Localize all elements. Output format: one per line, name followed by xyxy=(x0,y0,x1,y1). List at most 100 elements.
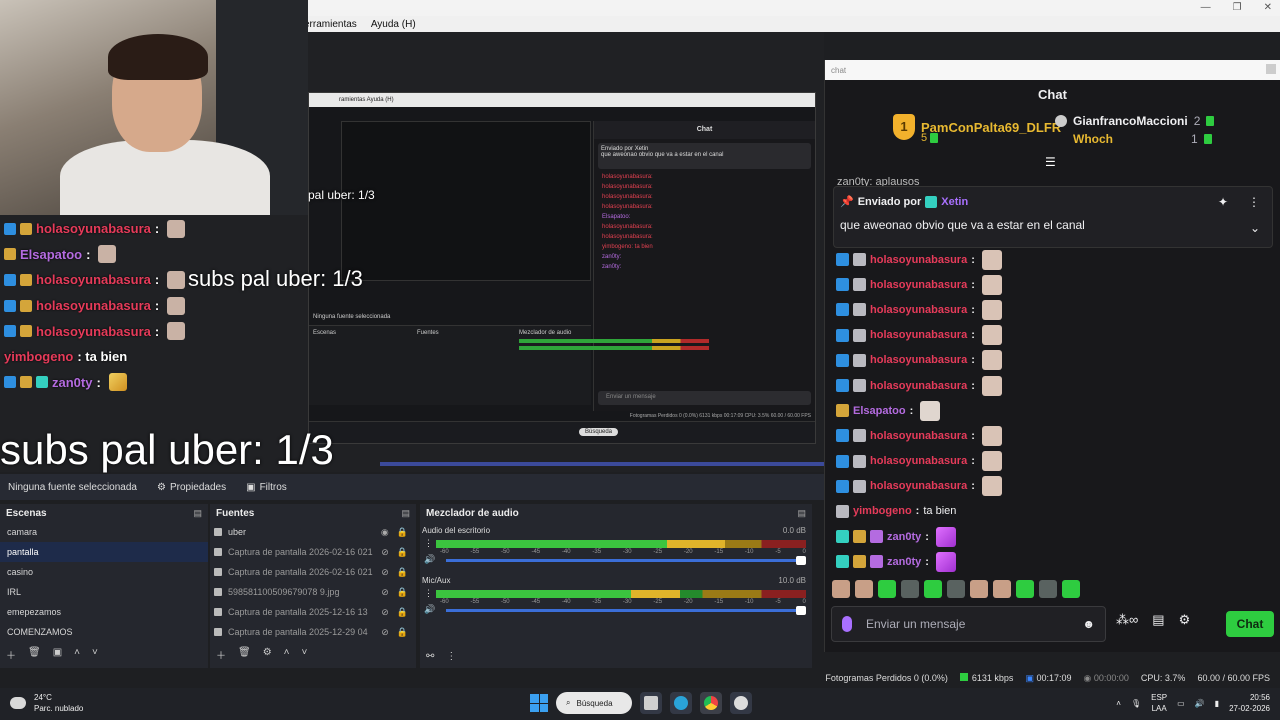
speaker-icon[interactable]: 🔊 xyxy=(424,554,435,565)
trash-icon[interactable]: 🗑 xyxy=(28,647,41,662)
chat-username[interactable]: holasoyunabasura xyxy=(870,480,967,492)
unpin-icon[interactable]: ✦ xyxy=(1218,195,1228,209)
volume-icon[interactable]: 🔊 xyxy=(1195,699,1205,708)
source-item[interactable]: uber ◉ 🔒 xyxy=(210,522,416,542)
eye-off-icon[interactable]: ⊘ xyxy=(381,542,389,562)
taskbar-search[interactable]: ⌕ Búsqueda xyxy=(556,692,632,714)
lock-icon[interactable]: 🔒 xyxy=(397,602,408,622)
chrome-icon[interactable] xyxy=(700,692,722,714)
chevron-up-icon[interactable]: ˄ xyxy=(284,647,290,662)
chat-message[interactable]: holasoyunabasura: xyxy=(836,323,1266,348)
emote-icon[interactable] xyxy=(993,580,1011,598)
dock-menu-icon[interactable]: ▤ xyxy=(797,508,806,519)
more-options-icon[interactable]: ⋮ xyxy=(446,651,456,662)
scene-item[interactable]: pantalla xyxy=(0,542,208,562)
chat-input[interactable]: Enviar un mensaje ☻ xyxy=(831,606,1106,642)
mic-icon[interactable] xyxy=(842,616,852,632)
link-icon[interactable]: ⚯ xyxy=(426,651,434,662)
emote-icon[interactable] xyxy=(901,580,919,598)
chevron-down-icon[interactable]: ⌄ xyxy=(1250,221,1260,235)
emote-icon[interactable] xyxy=(924,580,942,598)
volume-knob[interactable] xyxy=(796,606,806,615)
source-item[interactable]: Captura de pantalla 2026-02-16 021 ⊘ 🔒 xyxy=(210,542,416,562)
collapse-icon[interactable]: ☰ xyxy=(1045,156,1059,168)
lock-icon[interactable]: 🔒 xyxy=(397,522,408,542)
chevron-down-icon[interactable]: ˅ xyxy=(92,647,98,662)
scene-item[interactable]: casino xyxy=(0,562,208,582)
emote-icon[interactable] xyxy=(1062,580,1080,598)
volume-knob[interactable] xyxy=(796,556,806,565)
eye-off-icon[interactable]: ⊘ xyxy=(381,582,389,602)
pinned-message[interactable]: 📌 Enviado por Xetin que aweonao obvio qu… xyxy=(833,186,1273,248)
scene-item[interactable]: camara xyxy=(0,522,208,542)
add-icon[interactable]: ＋ xyxy=(216,647,226,662)
battery-icon[interactable]: ▮ xyxy=(1215,699,1219,708)
volume-slider[interactable] xyxy=(446,556,806,565)
chat-message[interactable]: yimbogeno: ta bien xyxy=(836,499,1266,524)
chat-username[interactable]: zan0ty xyxy=(887,556,921,568)
eye-off-icon[interactable]: ⊘ xyxy=(381,562,389,582)
chat-username[interactable]: holasoyunabasura xyxy=(870,329,967,341)
speaker-icon[interactable]: 🔊 xyxy=(424,604,435,615)
chat-username[interactable]: holasoyunabasura xyxy=(870,430,967,442)
chat-username[interactable]: Elsapatoo xyxy=(853,405,906,417)
chat-username[interactable]: holasoyunabasura xyxy=(870,304,967,316)
chat-message[interactable]: holasoyunabasura: xyxy=(836,297,1266,322)
chat-username[interactable]: holasoyunabasura xyxy=(870,455,967,467)
network-icon[interactable]: ▭ xyxy=(1177,699,1185,708)
chat-message[interactable]: holasoyunabasura: xyxy=(836,348,1266,373)
chevron-up-icon[interactable]: ˄ xyxy=(74,647,80,662)
dock-menu-icon[interactable]: ▤ xyxy=(193,508,202,519)
emote-icon[interactable] xyxy=(1016,580,1034,598)
minimize-button[interactable]: — xyxy=(1201,2,1211,13)
filters-button[interactable]: ▣ Filtros xyxy=(246,482,287,493)
leaderboard[interactable]: 1 PamConPalta69_DLFR 5 GianfrancoMaccion… xyxy=(825,110,1280,168)
trash-icon[interactable]: 🗑 xyxy=(238,647,251,662)
emote-icon[interactable] xyxy=(855,580,873,598)
emote-icon[interactable] xyxy=(1039,580,1057,598)
lock-icon[interactable]: 🔒 xyxy=(397,582,408,602)
eye-icon[interactable]: ◉ xyxy=(381,522,389,542)
menu-tools[interactable]: erramientas xyxy=(304,19,357,30)
chat-message[interactable]: holasoyunabasura: xyxy=(836,423,1266,448)
emote-icon[interactable] xyxy=(970,580,988,598)
chat-message[interactable]: zan0ty: xyxy=(836,549,1266,574)
chat-username[interactable]: holasoyunabasura xyxy=(870,279,967,291)
bits-icon[interactable]: ⁂∞ xyxy=(1116,612,1138,628)
language-indicator[interactable]: ESP LAA xyxy=(1151,692,1167,714)
lock-icon[interactable]: 🔒 xyxy=(397,622,408,642)
menu-help[interactable]: Ayuda (H) xyxy=(371,19,416,30)
scene-item[interactable]: COMENZAMOS xyxy=(0,622,208,642)
source-item[interactable]: Captura de pantalla 2025-12-16 13 ⊘ 🔒 xyxy=(210,602,416,622)
eye-off-icon[interactable]: ⊘ xyxy=(381,602,389,622)
task-view-icon[interactable] xyxy=(640,692,662,714)
emote-icon[interactable] xyxy=(878,580,896,598)
emote-icon[interactable] xyxy=(832,580,850,598)
eye-off-icon[interactable]: ⊘ xyxy=(381,622,389,642)
mic-icon[interactable]: 🎙 xyxy=(1131,699,1141,708)
channel-menu-icon[interactable]: ⋮ xyxy=(424,538,433,549)
chat-message[interactable]: zan0ty: xyxy=(836,524,1266,549)
chat-username[interactable]: zan0ty xyxy=(887,531,921,543)
chat-message[interactable]: holasoyunabasura: xyxy=(836,474,1266,499)
windows-start-icon[interactable] xyxy=(530,694,548,712)
store-icon[interactable]: ▤ xyxy=(1152,612,1164,628)
lock-icon[interactable]: 🔒 xyxy=(397,562,408,582)
chat-message[interactable]: holasoyunabasura: xyxy=(836,247,1266,272)
emoji-icon[interactable]: ☻ xyxy=(1082,617,1095,631)
chat-message[interactable]: Elsapatoo: xyxy=(836,398,1266,423)
chevron-up-icon[interactable]: ˄ xyxy=(1116,699,1121,708)
add-icon[interactable]: ＋ xyxy=(6,647,16,662)
more-options-icon[interactable]: ⋮ xyxy=(1248,195,1260,209)
obs-icon[interactable] xyxy=(730,692,752,714)
volume-slider[interactable] xyxy=(446,606,806,615)
gear-icon[interactable]: ⚙ xyxy=(263,647,272,662)
chat-message[interactable]: holasoyunabasura: xyxy=(836,449,1266,474)
filter-icon[interactable]: ▣ xyxy=(53,647,62,662)
source-item[interactable]: Captura de pantalla 2025-12-29 04 ⊘ 🔒 xyxy=(210,622,416,642)
chat-send-button[interactable]: Chat xyxy=(1226,611,1274,637)
chevron-down-icon[interactable]: ˅ xyxy=(302,647,308,662)
chat-username[interactable]: holasoyunabasura xyxy=(870,380,967,392)
gear-icon[interactable]: ⚙ xyxy=(1179,612,1191,628)
chat-username[interactable]: yimbogeno xyxy=(853,505,912,517)
